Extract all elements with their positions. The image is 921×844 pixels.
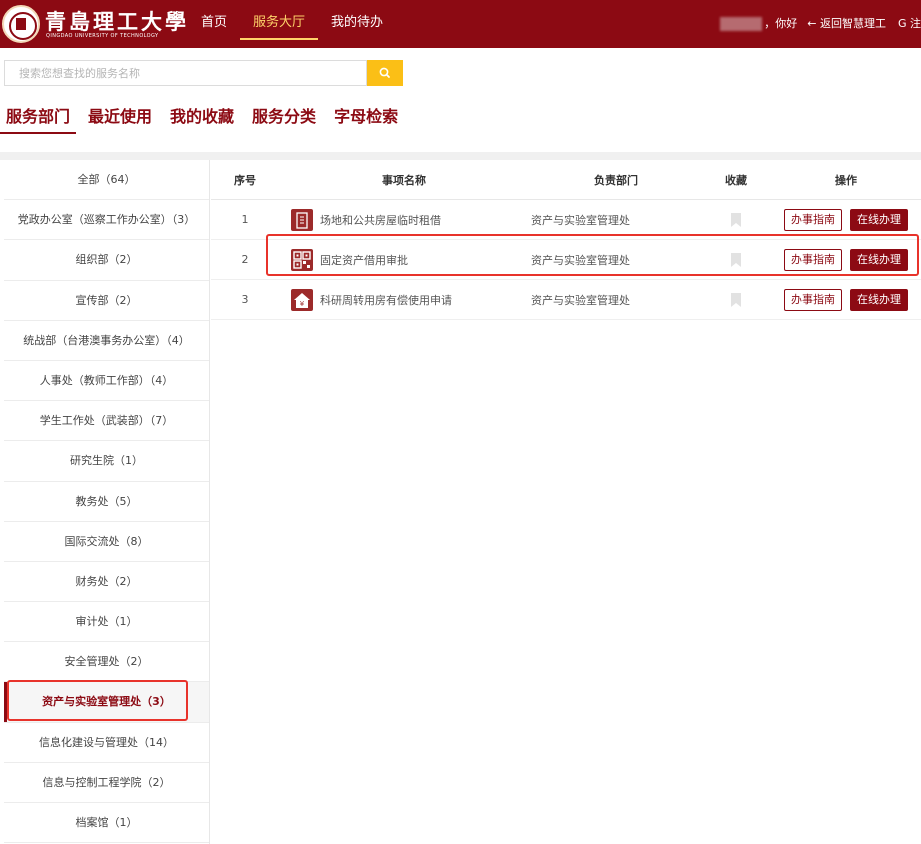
greeting-text: ，你好 bbox=[764, 17, 798, 30]
top-header: 青島理工大學 QINGDAO UNIVERSITY OF TECHNOLOGY … bbox=[0, 0, 921, 48]
row-number: 1 bbox=[241, 213, 249, 226]
nav-home[interactable]: 首页 bbox=[188, 0, 240, 48]
service-department: 资产与实验室管理处 bbox=[531, 253, 630, 267]
favorite-cell bbox=[701, 200, 771, 239]
section-divider bbox=[0, 152, 921, 160]
department-item[interactable]: 组织部（2） bbox=[4, 240, 209, 281]
department-item-active[interactable]: 资产与实验室管理处（3） bbox=[4, 682, 209, 723]
department-item[interactable]: 全部（64） bbox=[4, 160, 209, 201]
nav-service-hall[interactable]: 服务大厅 bbox=[240, 0, 319, 48]
table-header: 序号 事项名称 负责部门 收藏 操作 bbox=[211, 160, 921, 200]
department-item[interactable]: 审计处（1） bbox=[4, 602, 209, 643]
service-name-link[interactable]: 科研周转用房有偿使用申请 bbox=[320, 292, 452, 308]
guide-button[interactable]: 办事指南 bbox=[784, 208, 842, 231]
nav-my-todo[interactable]: 我的待办 bbox=[318, 0, 396, 48]
tab-my-favorites[interactable]: 我的收藏 bbox=[164, 100, 240, 134]
user-area: ，你好 ← 返回智慧理工 G 注 bbox=[720, 0, 921, 48]
row-number: 3 bbox=[241, 293, 249, 306]
department-item[interactable]: 安全管理处（2） bbox=[4, 642, 209, 683]
department-sidebar: 全部（64） 党政办公室（巡察工作办公室）（3） 组织部（2） 宣传部（2） 统… bbox=[4, 160, 210, 844]
online-handle-button[interactable]: 在线办理 bbox=[850, 288, 908, 311]
department-item[interactable]: 信息化建设与管理处（14） bbox=[4, 723, 209, 763]
header-no: 序号 bbox=[234, 173, 256, 187]
service-department: 资产与实验室管理处 bbox=[531, 213, 630, 227]
department-item[interactable]: 党政办公室（巡察工作办公室）（3） bbox=[4, 200, 209, 241]
department-item[interactable]: 统战部（台港澳事务办公室）（4） bbox=[4, 321, 209, 361]
logo-chinese-name: 青島理工大學 bbox=[45, 9, 189, 34]
search-button[interactable] bbox=[367, 60, 403, 86]
service-table: 序号 事项名称 负责部门 收藏 操作 1 场地和公共房屋临时租借 资产与实验室管… bbox=[211, 160, 921, 320]
online-handle-button[interactable]: 在线办理 bbox=[850, 248, 908, 271]
search-input[interactable] bbox=[4, 60, 367, 86]
building-icon bbox=[291, 208, 313, 231]
department-item[interactable]: 国际交流处（8） bbox=[4, 522, 209, 562]
back-to-portal-link[interactable]: ← 返回智慧理工 bbox=[807, 0, 886, 48]
category-tabs: 服务部门 最近使用 我的收藏 服务分类 字母检索 bbox=[0, 100, 410, 136]
online-handle-button[interactable]: 在线办理 bbox=[850, 208, 908, 231]
university-seal-icon bbox=[2, 5, 40, 43]
bookmark-icon[interactable] bbox=[729, 252, 743, 267]
operation-cell: 办事指南 在线办理 bbox=[771, 200, 921, 239]
service-name-cell: 场地和公共房屋临时租借 bbox=[279, 200, 529, 239]
table-row: 2 固定资产借用审批 资产与实验室管理处 办事指南 在线办理 bbox=[211, 240, 921, 280]
header-favorite: 收藏 bbox=[725, 173, 747, 187]
service-name-link[interactable]: 固定资产借用审批 bbox=[320, 252, 408, 268]
department-item[interactable]: 人事处（教师工作部）（4） bbox=[4, 361, 209, 402]
search-icon bbox=[379, 67, 390, 78]
favorite-cell bbox=[701, 280, 771, 319]
operation-cell: 办事指南 在线办理 bbox=[771, 280, 921, 319]
guide-button[interactable]: 办事指南 bbox=[784, 288, 842, 311]
bookmark-icon[interactable] bbox=[729, 292, 743, 307]
favorite-cell bbox=[701, 240, 771, 279]
service-department: 资产与实验室管理处 bbox=[531, 293, 630, 307]
guide-button[interactable]: 办事指南 bbox=[784, 248, 842, 271]
house-yen-icon: ¥ bbox=[291, 288, 313, 311]
university-logo[interactable]: 青島理工大學 QINGDAO UNIVERSITY OF TECHNOLOGY bbox=[2, 5, 186, 43]
service-name-link[interactable]: 场地和公共房屋临时租借 bbox=[320, 212, 441, 228]
table-row: 3 ¥ 科研周转用房有偿使用申请 资产与实验室管理处 办事指南 在线办理 bbox=[211, 280, 921, 320]
department-item[interactable]: 财务处（2） bbox=[4, 562, 209, 603]
svg-text:¥: ¥ bbox=[300, 300, 305, 308]
service-name-cell: 固定资产借用审批 bbox=[279, 240, 529, 279]
tab-service-departments[interactable]: 服务部门 bbox=[0, 100, 77, 134]
qr-code-icon bbox=[291, 248, 313, 271]
header-name: 事项名称 bbox=[382, 173, 426, 187]
department-item[interactable]: 信息与控制工程学院（2） bbox=[4, 763, 209, 803]
tab-service-categories[interactable]: 服务分类 bbox=[246, 100, 322, 134]
department-item[interactable]: 宣传部（2） bbox=[4, 281, 209, 321]
department-item[interactable]: 学生工作处（武装部）（7） bbox=[4, 401, 209, 442]
department-item[interactable]: 教务处（5） bbox=[4, 482, 209, 522]
row-number: 2 bbox=[241, 253, 249, 266]
service-name-cell: ¥ 科研周转用房有偿使用申请 bbox=[279, 280, 529, 319]
logo-english-name: QINGDAO UNIVERSITY OF TECHNOLOGY bbox=[46, 33, 159, 39]
logout-link[interactable]: G 注 bbox=[898, 0, 921, 48]
header-operation: 操作 bbox=[835, 173, 857, 187]
main-nav: 首页 服务大厅 我的待办 bbox=[188, 0, 396, 48]
bookmark-icon[interactable] bbox=[729, 212, 743, 227]
department-item[interactable]: 档案馆（1） bbox=[4, 803, 209, 844]
table-row: 1 场地和公共房屋临时租借 资产与实验室管理处 办事指南 在线办理 bbox=[211, 200, 921, 240]
tab-recently-used[interactable]: 最近使用 bbox=[82, 100, 158, 134]
tab-alphabet-search[interactable]: 字母检索 bbox=[328, 100, 404, 134]
header-department: 负责部门 bbox=[594, 173, 638, 187]
department-item[interactable]: 研究生院（1） bbox=[4, 441, 209, 482]
blurred-username bbox=[720, 17, 763, 31]
operation-cell: 办事指南 在线办理 bbox=[771, 240, 921, 279]
